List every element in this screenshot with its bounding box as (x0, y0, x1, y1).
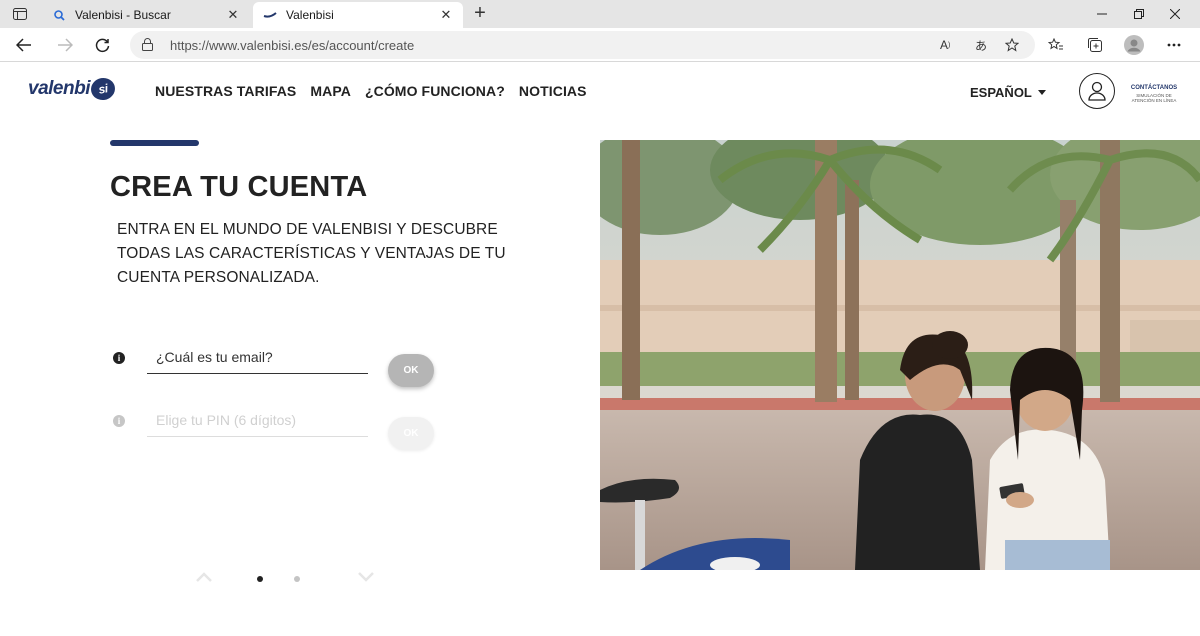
refresh-icon[interactable] (92, 35, 112, 55)
tab-actions-icon[interactable] (6, 4, 34, 24)
search-icon (52, 8, 66, 22)
pager-dot-active[interactable] (257, 576, 263, 582)
menu-item-como-funciona[interactable]: ¿CÓMO FUNCIONA? (365, 83, 505, 99)
window-close-icon[interactable] (1163, 4, 1187, 24)
user-icon (1088, 81, 1106, 101)
read-aloud-icon[interactable]: A) (940, 37, 950, 53)
chevron-up-icon[interactable] (195, 570, 213, 584)
new-tab-button[interactable]: + (470, 3, 490, 24)
close-icon[interactable]: ✕ (439, 7, 453, 23)
forward-arrow-icon[interactable] (55, 35, 75, 55)
hero-photo (600, 140, 1200, 570)
address-bar[interactable]: https://www.valenbisi.es/es/account/crea… (130, 31, 1035, 59)
chevron-down-icon[interactable] (357, 570, 375, 584)
browser-tab-search[interactable]: Valenbisi - Buscar ✕ (42, 2, 250, 28)
language-label: ESPAÑOL (970, 85, 1032, 100)
email-row: i OK (113, 340, 443, 387)
tab-title: Valenbisi (286, 8, 334, 22)
pin-ok-button[interactable]: OK (388, 417, 434, 450)
valenbisi-logo[interactable]: valenbi si (28, 76, 117, 102)
contact-subtitle: SIMULACIÓN DE ATENCIÓN EN LÍNEA (1131, 93, 1177, 103)
site-header: valenbi si NUESTRAS TARIFAS MAPA ¿CÓMO F… (0, 63, 1200, 125)
logo-badge: si (89, 76, 117, 102)
title-accent-bar (110, 140, 199, 146)
contact-title: CONTÁCTANOS (1130, 85, 1178, 91)
chevron-down-icon (1037, 90, 1046, 95)
profile-avatar-icon[interactable] (1124, 35, 1144, 55)
favorite-add-icon[interactable] (1005, 37, 1019, 53)
valenbisi-favicon-icon (263, 8, 277, 22)
intro-text: ENTRA EN EL MUNDO DE VALENBISI Y DESCUBR… (117, 221, 506, 286)
minimize-icon[interactable] (1090, 4, 1114, 24)
user-account-button[interactable] (1079, 73, 1115, 109)
pager-dot[interactable] (294, 576, 300, 582)
url-text: https://www.valenbisi.es/es/account/crea… (170, 38, 415, 53)
translate-icon[interactable]: あ (975, 37, 987, 53)
pin-field[interactable] (147, 403, 368, 437)
logo-text: valenbi (28, 78, 90, 99)
collections-icon[interactable] (1085, 35, 1105, 55)
menu-item-tarifas[interactable]: NUESTRAS TARIFAS (155, 83, 296, 99)
info-icon[interactable]: i (113, 415, 125, 427)
lock-icon (142, 38, 153, 56)
menu-item-mapa[interactable]: MAPA (310, 83, 351, 99)
language-selector[interactable]: ESPAÑOL (970, 85, 1046, 100)
close-icon[interactable]: ✕ (226, 7, 240, 23)
favorites-icon[interactable] (1046, 35, 1066, 55)
email-ok-button[interactable]: OK (388, 354, 434, 387)
email-field[interactable] (147, 340, 368, 374)
tab-title: Valenbisi - Buscar (75, 8, 171, 22)
back-arrow-icon[interactable] (14, 35, 34, 55)
browser-toolbar: https://www.valenbisi.es/es/account/crea… (0, 28, 1200, 62)
contact-link[interactable]: CONTÁCTANOS SIMULACIÓN DE ATENCIÓN EN LÍ… (1127, 85, 1181, 103)
browser-tab-bar: Valenbisi - Buscar ✕ Valenbisi ✕ + (0, 0, 1200, 28)
more-menu-icon[interactable] (1164, 35, 1184, 55)
main-menu: NUESTRAS TARIFAS MAPA ¿CÓMO FUNCIONA? NO… (155, 83, 587, 99)
pin-row: i OK (113, 403, 443, 450)
restore-icon[interactable] (1127, 4, 1151, 24)
photo-two-women-on-bike (600, 140, 1200, 570)
step-pager (195, 570, 385, 586)
info-icon[interactable]: i (113, 352, 125, 364)
page-title: CREA TU CUENTA (110, 171, 368, 203)
browser-tab-valenbisi[interactable]: Valenbisi ✕ (253, 2, 463, 28)
menu-item-noticias[interactable]: NOTICIAS (519, 83, 587, 99)
